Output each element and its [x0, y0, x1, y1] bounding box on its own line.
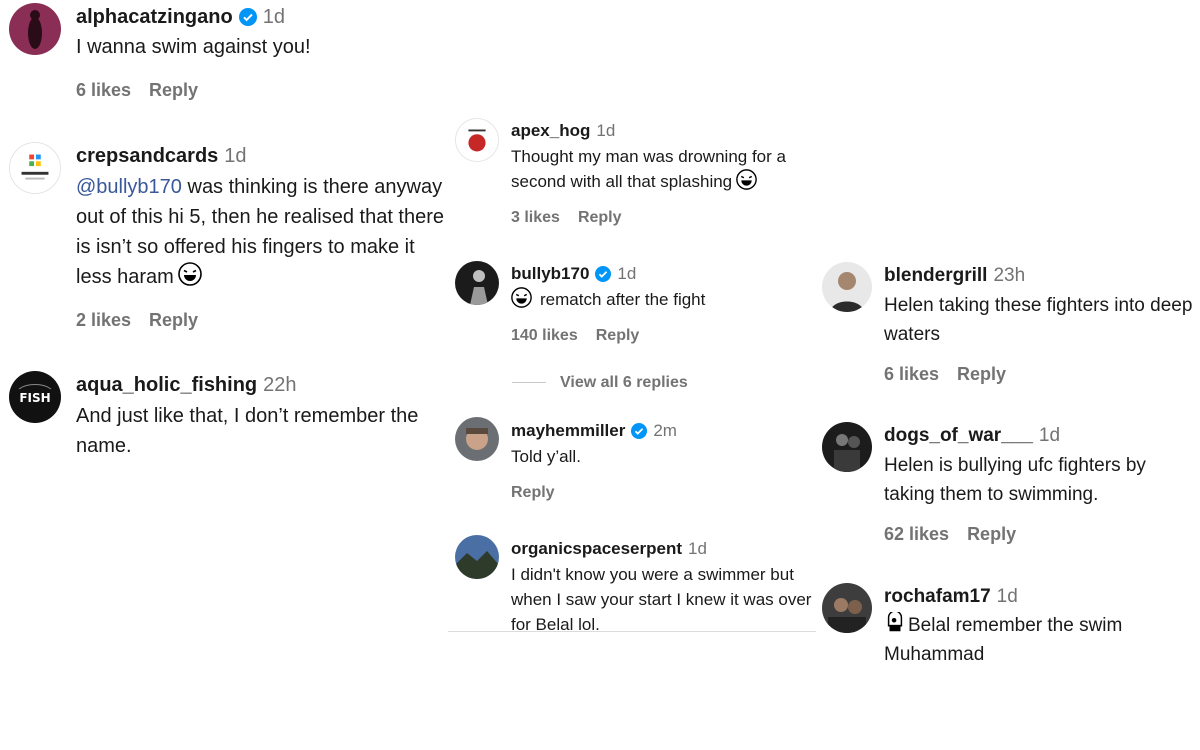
reply-button[interactable]: Reply: [511, 484, 555, 501]
reply-button[interactable]: Reply: [967, 524, 1016, 544]
username[interactable]: crepsandcards: [76, 145, 218, 167]
divider: [448, 631, 816, 632]
timestamp: 23h: [993, 265, 1026, 286]
username[interactable]: blendergrill: [884, 265, 987, 286]
timestamp: 1d: [688, 539, 707, 558]
likes-count[interactable]: 62 likes: [884, 524, 949, 544]
tears-of-joy-emoji: [736, 169, 757, 190]
timestamp: 1d: [617, 264, 637, 283]
view-replies-line: [512, 382, 546, 384]
comment-body: Belal remember the swim Muhammad: [884, 615, 1123, 665]
username[interactable]: organicspaceserpent: [511, 539, 682, 558]
avatar[interactable]: [822, 422, 872, 472]
view-replies-label: View all 6 replies: [560, 374, 688, 391]
reply-button[interactable]: Reply: [596, 327, 640, 344]
comment-text: rematch after the fight: [511, 287, 826, 312]
timestamp: 1d: [224, 145, 247, 167]
likes-count[interactable]: 2 likes: [76, 310, 131, 330]
avatar[interactable]: [9, 142, 61, 194]
avatar[interactable]: FISH: [9, 371, 61, 423]
comment-body: rematch after the fight: [540, 290, 706, 309]
tears-of-joy-emoji: [178, 262, 202, 286]
mention-link[interactable]: @bullyb170: [76, 176, 182, 198]
likes-count[interactable]: 6 likes: [76, 80, 131, 100]
view-replies-button[interactable]: View all 6 replies: [512, 374, 688, 392]
verified-badge-icon: [595, 266, 612, 282]
username[interactable]: bullyb170: [511, 264, 589, 283]
comment-text: Helen taking these fighters into deep wa…: [884, 295, 1193, 345]
verified-badge-icon: [631, 423, 648, 439]
comment-text: I wanna swim against you!: [76, 36, 311, 58]
timestamp: 1d: [1038, 425, 1061, 446]
avatar[interactable]: [822, 583, 872, 633]
avatar[interactable]: [822, 262, 872, 312]
timestamp: 22h: [263, 374, 297, 396]
svg-text:FISH: FISH: [19, 391, 50, 405]
boxing-glove-emoji: [884, 612, 906, 634]
comment-text: Thought my man was drowning for a second…: [511, 144, 826, 194]
comment-text: Belal remember the swim Muhammad: [884, 611, 1200, 669]
username[interactable]: alphacatzingano: [76, 6, 233, 28]
timestamp: 1d: [996, 586, 1018, 607]
avatar[interactable]: [455, 417, 499, 461]
username[interactable]: aqua_holic_fishing: [76, 374, 257, 396]
comment-text: And just like that, I don’t remember the…: [76, 405, 419, 457]
username[interactable]: rochafam17: [884, 586, 991, 607]
reply-button[interactable]: Reply: [149, 310, 198, 330]
timestamp: 1d: [262, 6, 285, 28]
comment-text: Told y’all.: [511, 447, 581, 466]
username[interactable]: apex_hog: [511, 121, 590, 140]
reply-button[interactable]: Reply: [578, 209, 622, 226]
avatar[interactable]: [9, 3, 61, 55]
comment-text: I didn't know you were a swimmer but whe…: [511, 565, 812, 634]
tears-of-joy-emoji: [511, 287, 532, 308]
likes-count[interactable]: 140 likes: [511, 327, 578, 344]
avatar[interactable]: [455, 261, 499, 305]
timestamp: 2m: [653, 421, 677, 440]
comment-text: @bullyb170 was thinking is there anyway …: [76, 172, 448, 292]
comment-text: Helen is bullying ufc fighters by taking…: [884, 455, 1146, 505]
avatar[interactable]: [455, 118, 499, 162]
likes-count[interactable]: 6 likes: [884, 364, 939, 384]
likes-count[interactable]: 3 likes: [511, 209, 560, 226]
username[interactable]: mayhemmiller: [511, 421, 625, 440]
reply-button[interactable]: Reply: [957, 364, 1006, 384]
timestamp: 1d: [596, 121, 616, 140]
avatar[interactable]: [455, 535, 499, 579]
username[interactable]: dogs_of_war___: [884, 425, 1033, 446]
verified-badge-icon: [238, 8, 257, 26]
reply-button[interactable]: Reply: [149, 80, 198, 100]
